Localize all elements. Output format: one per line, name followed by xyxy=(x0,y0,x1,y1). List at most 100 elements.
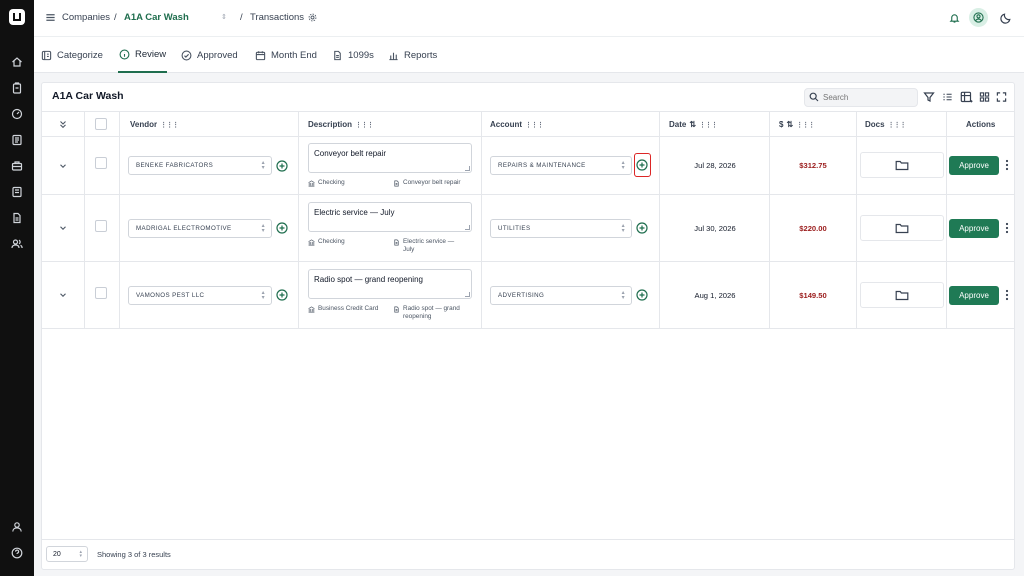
row-expand-chevron-icon[interactable] xyxy=(58,223,68,233)
memo: Conveyor belt repair xyxy=(393,179,483,187)
sort-icon[interactable]: ⇅ xyxy=(689,120,696,129)
docs-upload-button[interactable] xyxy=(860,215,944,241)
docs-upload-button[interactable] xyxy=(860,152,944,178)
column-date-label: Date xyxy=(669,120,687,129)
vendor-select[interactable]: BENEKE FABRICATORS ▴ ▾ xyxy=(128,156,272,175)
transaction-amount: $312.75 xyxy=(799,161,827,170)
company-selector-arrows-icon[interactable]: ⇕ xyxy=(221,13,227,21)
tab-reports[interactable]: Reports xyxy=(388,37,437,73)
add-account-icon[interactable] xyxy=(636,159,648,171)
folder-icon xyxy=(895,160,909,171)
company-selector[interactable]: A1A Car Wash xyxy=(124,12,189,23)
account-select[interactable]: REPAIRS & MAINTENANCE ▴ ▾ xyxy=(490,156,632,175)
approve-button[interactable]: Approve xyxy=(949,219,999,238)
vendor-select[interactable]: MADRIGAL ELECTROMOTIVE ▴ ▾ xyxy=(128,219,272,238)
table-settings-icon[interactable] xyxy=(960,91,973,104)
drag-handle-icon[interactable]: ⋮⋮⋮ xyxy=(796,121,815,129)
row-checkbox[interactable] xyxy=(95,220,107,232)
account-select[interactable]: UTILITIES ▴ ▾ xyxy=(490,219,632,238)
column-header-docs[interactable]: Docs ⋮⋮⋮ xyxy=(865,112,907,137)
memo-value: Radio spot — grand reopening xyxy=(403,305,460,320)
add-account-icon[interactable] xyxy=(636,222,648,234)
docs-upload-button[interactable] xyxy=(860,282,944,308)
user-profile-icon[interactable] xyxy=(11,521,23,533)
results-count: Showing 3 of 3 results xyxy=(97,550,171,559)
users-icon[interactable] xyxy=(11,238,23,250)
column-header-account[interactable]: Account ⋮⋮⋮ xyxy=(490,112,544,137)
drag-handle-icon[interactable]: ⋮⋮⋮ xyxy=(160,121,179,129)
row-expand-chevron-icon[interactable] xyxy=(58,161,68,171)
home-icon[interactable] xyxy=(11,56,23,68)
left-rail xyxy=(0,0,34,576)
transaction-amount: $220.00 xyxy=(799,224,827,233)
book-icon[interactable] xyxy=(11,186,23,198)
search-input[interactable] xyxy=(804,88,918,107)
description-textarea[interactable]: Radio spot — grand reopening xyxy=(308,269,472,299)
column-header-amount[interactable]: $ ⇅ ⋮⋮⋮ xyxy=(779,112,815,137)
gauge-icon[interactable] xyxy=(11,108,23,120)
row-checkbox[interactable] xyxy=(95,287,107,299)
drag-handle-icon[interactable]: ⋮⋮⋮ xyxy=(525,121,544,129)
table-row: BENEKE FABRICATORS ▴ ▾ Conveyor belt repai… xyxy=(42,137,1014,195)
payment-method: Checking xyxy=(308,179,345,187)
clipboard-icon[interactable] xyxy=(11,82,23,94)
resize-handle-icon[interactable] xyxy=(465,292,470,297)
description-textarea[interactable]: Conveyor belt repair xyxy=(308,143,472,173)
table-row: VAMONOS PEST LLC ▴ ▾ Radio spot — grand re… xyxy=(42,262,1014,329)
list-view-icon[interactable] xyxy=(942,91,953,103)
column-vendor-label: Vendor xyxy=(130,120,158,129)
account-value: UTILITIES xyxy=(498,225,531,232)
resize-handle-icon[interactable] xyxy=(465,166,470,171)
avatar[interactable] xyxy=(969,8,988,27)
filter-icon[interactable] xyxy=(923,91,935,103)
column-header-description[interactable]: Description ⋮⋮⋮ xyxy=(308,112,374,137)
fullscreen-icon[interactable] xyxy=(996,91,1007,103)
column-header-date[interactable]: Date ⇅ ⋮⋮⋮ xyxy=(669,112,718,137)
help-icon[interactable] xyxy=(11,547,23,559)
select-all-checkbox[interactable] xyxy=(95,118,107,130)
more-actions-icon[interactable] xyxy=(1005,289,1009,301)
page-size-select[interactable]: 20 ▴ ▾ xyxy=(46,546,88,562)
row-expand-chevron-icon[interactable] xyxy=(58,290,68,300)
breadcrumb-companies[interactable]: Companies xyxy=(62,12,110,23)
row-checkbox[interactable] xyxy=(95,157,107,169)
ledger-icon[interactable] xyxy=(11,134,23,146)
add-vendor-icon[interactable] xyxy=(276,222,288,234)
tab-categorize[interactable]: Categorize xyxy=(41,37,103,73)
briefcase-icon[interactable] xyxy=(11,160,23,172)
more-actions-icon[interactable] xyxy=(1005,222,1009,234)
sort-icon[interactable]: ⇅ xyxy=(786,120,793,129)
tab-1099s[interactable]: 1099s xyxy=(332,37,374,73)
info-icon xyxy=(119,49,130,59)
bar-chart-icon xyxy=(389,52,398,60)
app-logo[interactable] xyxy=(9,9,25,25)
page-size-value: 20 xyxy=(53,550,61,558)
account-value: REPAIRS & MAINTENANCE xyxy=(498,162,586,169)
drag-handle-icon[interactable]: ⋮⋮⋮ xyxy=(699,121,718,129)
drag-handle-icon[interactable]: ⋮⋮⋮ xyxy=(355,121,374,129)
approve-button[interactable]: Approve xyxy=(949,286,999,305)
tab-review[interactable]: Review xyxy=(118,37,168,73)
vendor-select[interactable]: VAMONOS PEST LLC ▴ ▾ xyxy=(128,286,272,305)
file-text-icon[interactable] xyxy=(11,212,23,224)
settings-icon[interactable] xyxy=(308,13,317,22)
resize-handle-icon[interactable] xyxy=(465,225,470,230)
dark-mode-moon-icon[interactable] xyxy=(1000,12,1012,24)
drag-handle-icon[interactable]: ⋮⋮⋮ xyxy=(888,121,907,129)
tab-approved[interactable]: Approved xyxy=(181,37,238,73)
description-textarea[interactable]: Electric service — July xyxy=(308,202,472,232)
add-account-icon[interactable] xyxy=(636,289,648,301)
menu-icon[interactable] xyxy=(45,12,56,23)
search-icon xyxy=(809,92,819,102)
grid-view-icon[interactable] xyxy=(979,91,990,103)
add-vendor-icon[interactable] xyxy=(276,160,288,172)
account-select[interactable]: ADVERTISING ▴ ▾ xyxy=(490,286,632,305)
tab-month-end[interactable]: Month End xyxy=(255,37,317,73)
approve-button[interactable]: Approve xyxy=(949,156,999,175)
more-actions-icon[interactable] xyxy=(1005,159,1009,171)
add-vendor-icon[interactable] xyxy=(276,289,288,301)
breadcrumb-separator: / xyxy=(114,12,117,23)
notification-bell-icon[interactable] xyxy=(949,12,960,24)
expand-all-icon[interactable] xyxy=(58,119,68,129)
column-header-vendor[interactable]: Vendor ⋮⋮⋮ xyxy=(130,112,179,137)
